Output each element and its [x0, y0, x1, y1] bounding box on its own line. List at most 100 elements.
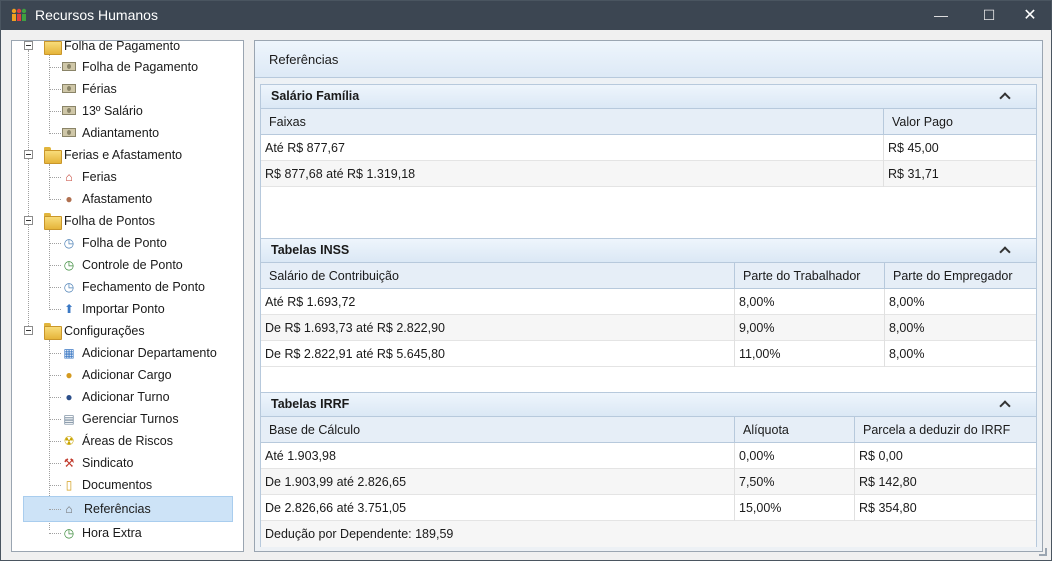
table-row[interactable]: R$ 877,68 até R$ 1.319,18 R$ 31,71: [261, 161, 1036, 187]
tree-item-label: Folha de Ponto: [82, 236, 167, 250]
column-header[interactable]: Alíquota: [735, 417, 855, 443]
table-row[interactable]: De 1.903,99 até 2.826,65 7,50% R$ 142,80: [261, 469, 1036, 495]
tree-item-documentos[interactable]: ▯ Documentos: [12, 474, 242, 496]
tree-item-adicionar-departamento[interactable]: ▦ Adicionar Departamento: [12, 342, 242, 364]
tree-item-label: Férias: [82, 82, 117, 96]
table-row[interactable]: Até 1.903,98 0,00% R$ 0,00: [261, 443, 1036, 469]
panel-title: Referências: [269, 52, 339, 67]
radiation-icon: ☢: [63, 434, 75, 448]
tree-item-ferias-afastamento[interactable]: ⌂ Ferias: [12, 166, 242, 188]
tree-item-ferias[interactable]: Férias: [12, 78, 242, 100]
money-bill-icon: [62, 84, 76, 93]
section-header[interactable]: Salário Família: [261, 85, 1036, 109]
tree-group-label: Folha de Pagamento: [64, 40, 181, 53]
resize-grip-icon[interactable]: [1039, 548, 1047, 556]
app-window: Recursos Humanos — ☐ ✕ Folha de Pagament…: [0, 0, 1052, 561]
clock-icon: ◷: [63, 236, 75, 250]
chevron-up-icon[interactable]: [998, 397, 1012, 411]
section-title: Salário Família: [271, 89, 360, 103]
tree-item-label: Sindicato: [82, 456, 134, 470]
section-header[interactable]: Tabelas IRRF: [261, 393, 1036, 417]
column-header[interactable]: Parcela a deduzir do IRRF: [855, 417, 1036, 443]
table-cell: 0,00%: [735, 443, 855, 469]
column-header[interactable]: Faixas: [261, 109, 884, 135]
table-cell: Até R$ 1.693,72: [261, 289, 735, 315]
tree-item-label: Adiantamento: [82, 126, 160, 140]
money-bill-icon: [62, 106, 76, 115]
minimize-button[interactable]: —: [921, 1, 961, 30]
close-button[interactable]: ✕: [1010, 1, 1050, 30]
tree-item-adicionar-turno[interactable]: ● Adicionar Turno: [12, 386, 242, 408]
tree-item-afastamento[interactable]: ● Afastamento: [12, 188, 242, 210]
table-row[interactable]: Até R$ 1.693,72 8,00% 8,00%: [261, 289, 1036, 315]
tree-item-label: 13º Salário: [82, 104, 143, 118]
tree-item-areas-de-riscos[interactable]: ☢ Áreas de Riscos: [12, 430, 242, 452]
navigation-tree[interactable]: Folha de Pagamento Folha de Pagamento Fé…: [11, 40, 244, 552]
collapse-icon[interactable]: [24, 326, 33, 335]
bank-icon: ⌂: [65, 502, 73, 516]
clock-arrow-icon: ◷: [63, 258, 75, 272]
inss-section: Tabelas INSS Salário de Contribuição Par…: [260, 238, 1037, 393]
column-header[interactable]: Parte do Empregador: [885, 263, 1036, 289]
tree-item-hora-extra[interactable]: ◷ Hora Extra: [12, 522, 242, 544]
column-header[interactable]: Parte do Trabalhador: [735, 263, 885, 289]
table-cell: 8,00%: [889, 321, 925, 335]
tree-item-sindicato[interactable]: ⚒ Sindicato: [12, 452, 242, 474]
tree-group-label: Ferias e Afastamento: [64, 148, 183, 162]
salario-familia-section: Salário Família Faixas Valor Pago Até R$…: [260, 84, 1037, 239]
table-cell: 9,00%: [735, 315, 885, 341]
tree-item-label: Referências: [84, 502, 151, 516]
tree-item-adiantamento[interactable]: Adiantamento: [12, 122, 242, 144]
tree-group-folha-de-pagamento[interactable]: Folha de Pagamento: [12, 40, 242, 57]
tree-item-13-salario[interactable]: 13º Salário: [12, 100, 242, 122]
worker-icon: ●: [65, 368, 73, 382]
tree-item-importar-ponto[interactable]: ⬆ Importar Ponto: [12, 298, 242, 320]
table-row[interactable]: Até R$ 877,67 R$ 45,00: [261, 135, 1036, 161]
section-header[interactable]: Tabelas INSS: [261, 239, 1036, 263]
column-header[interactable]: Valor Pago: [884, 109, 1036, 135]
table-cell: R$ 0,00: [859, 449, 903, 463]
tree-item-controle-de-ponto[interactable]: ◷ Controle de Ponto: [12, 254, 242, 276]
chevron-up-icon[interactable]: [998, 243, 1012, 257]
table-cell: 7,50%: [735, 469, 855, 495]
tree-item-adicionar-cargo[interactable]: ● Adicionar Cargo: [12, 364, 242, 386]
section-title: Tabelas IRRF: [271, 397, 350, 411]
tree-item-folha-de-ponto[interactable]: ◷ Folha de Ponto: [12, 232, 242, 254]
table-cell: 8,00%: [889, 295, 925, 309]
section-title: Tabelas INSS: [271, 243, 350, 257]
window-title: Recursos Humanos: [35, 7, 158, 23]
tree-group-configuracoes[interactable]: Configurações: [12, 320, 242, 342]
folder-icon: [44, 41, 62, 55]
tree-item-label: Controle de Ponto: [82, 258, 183, 272]
house-icon: ⌂: [65, 170, 73, 184]
column-header[interactable]: Salário de Contribuição: [261, 263, 735, 289]
clock-lock-icon: ◷: [63, 280, 75, 294]
collapse-icon[interactable]: [24, 216, 33, 225]
tree-group-ferias-e-afastamento[interactable]: Ferias e Afastamento: [12, 144, 242, 166]
tree-item-folha-de-pagamento[interactable]: Folha de Pagamento: [12, 56, 242, 78]
references-panel: Referências Salário Família Faixas Valor…: [254, 40, 1043, 552]
tree-item-label: Adicionar Cargo: [82, 368, 172, 382]
dependent-deduction-note: Dedução por Dependente: 189,59: [261, 521, 1036, 547]
table-cell: 15,00%: [735, 495, 855, 521]
column-header[interactable]: Base de Cálculo: [261, 417, 735, 443]
tree-item-label: Fechamento de Ponto: [82, 280, 205, 294]
collapse-icon[interactable]: [24, 41, 33, 50]
table-row[interactable]: De R$ 2.822,91 até R$ 5.645,80 11,00% 8,…: [261, 341, 1036, 367]
people-app-icon: [11, 8, 27, 21]
tree-group-folha-de-pontos[interactable]: Folha de Pontos: [12, 210, 242, 232]
tree-item-label: Importar Ponto: [82, 302, 165, 316]
tree-item-fechamento-de-ponto[interactable]: ◷ Fechamento de Ponto: [12, 276, 242, 298]
tree-item-referencias[interactable]: ⌂ Referências: [12, 498, 242, 520]
table-row[interactable]: De R$ 1.693,73 até R$ 2.822,90 9,00% 8,0…: [261, 315, 1036, 341]
maximize-button[interactable]: ☐: [969, 1, 1009, 30]
money-bill-icon: [62, 128, 76, 137]
chevron-up-icon[interactable]: [998, 89, 1012, 103]
table-cell: R$ 877,68 até R$ 1.319,18: [261, 161, 884, 187]
tree-item-gerenciar-turnos[interactable]: ▤ Gerenciar Turnos: [12, 408, 242, 430]
documents-icon: ▯: [65, 478, 73, 492]
table-row[interactable]: De 2.826,66 até 3.751,05 15,00% R$ 354,8…: [261, 495, 1036, 521]
collapse-icon[interactable]: [24, 150, 33, 159]
table-cell: R$ 31,71: [888, 167, 939, 181]
tree-item-label: Adicionar Turno: [82, 390, 170, 404]
